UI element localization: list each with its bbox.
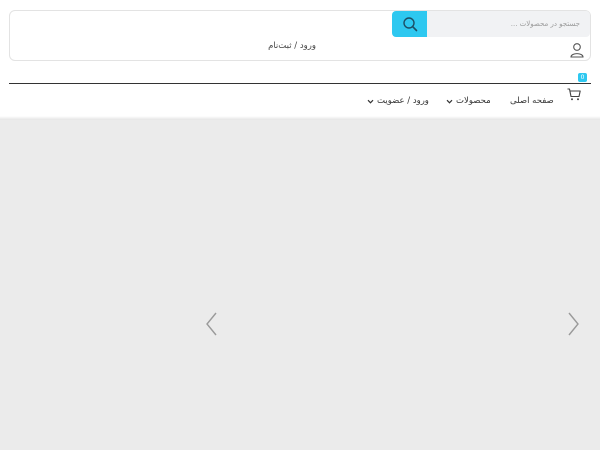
nav-item-products[interactable]: محصولات (446, 96, 491, 106)
user-icon[interactable] (569, 42, 585, 58)
search-button[interactable] (392, 11, 427, 37)
chevron-down-icon (446, 99, 453, 104)
nav-item-label: محصولات (456, 96, 491, 106)
search-icon (402, 17, 417, 32)
cart-count-badge: 0 (578, 73, 587, 82)
nav-item-login-membership[interactable]: ورود / عضویت (367, 96, 429, 106)
login-register-link[interactable]: ورود / ثبت‌نام (262, 41, 322, 55)
chevron-left-icon[interactable] (204, 311, 218, 337)
main-navigation: صفحه اصلی محصولات ورود / عضویت (0, 96, 600, 116)
chevron-down-icon (367, 99, 374, 104)
nav-item-label: صفحه اصلی (510, 96, 554, 106)
header-divider (9, 83, 591, 84)
hero-top-shadow (0, 116, 600, 120)
nav-item-label: ورود / عضویت (377, 96, 429, 106)
nav-item-home[interactable]: صفحه اصلی (510, 96, 554, 106)
hero-slider (0, 119, 600, 450)
chevron-right-icon[interactable] (567, 311, 581, 337)
search-input[interactable] (426, 11, 590, 37)
